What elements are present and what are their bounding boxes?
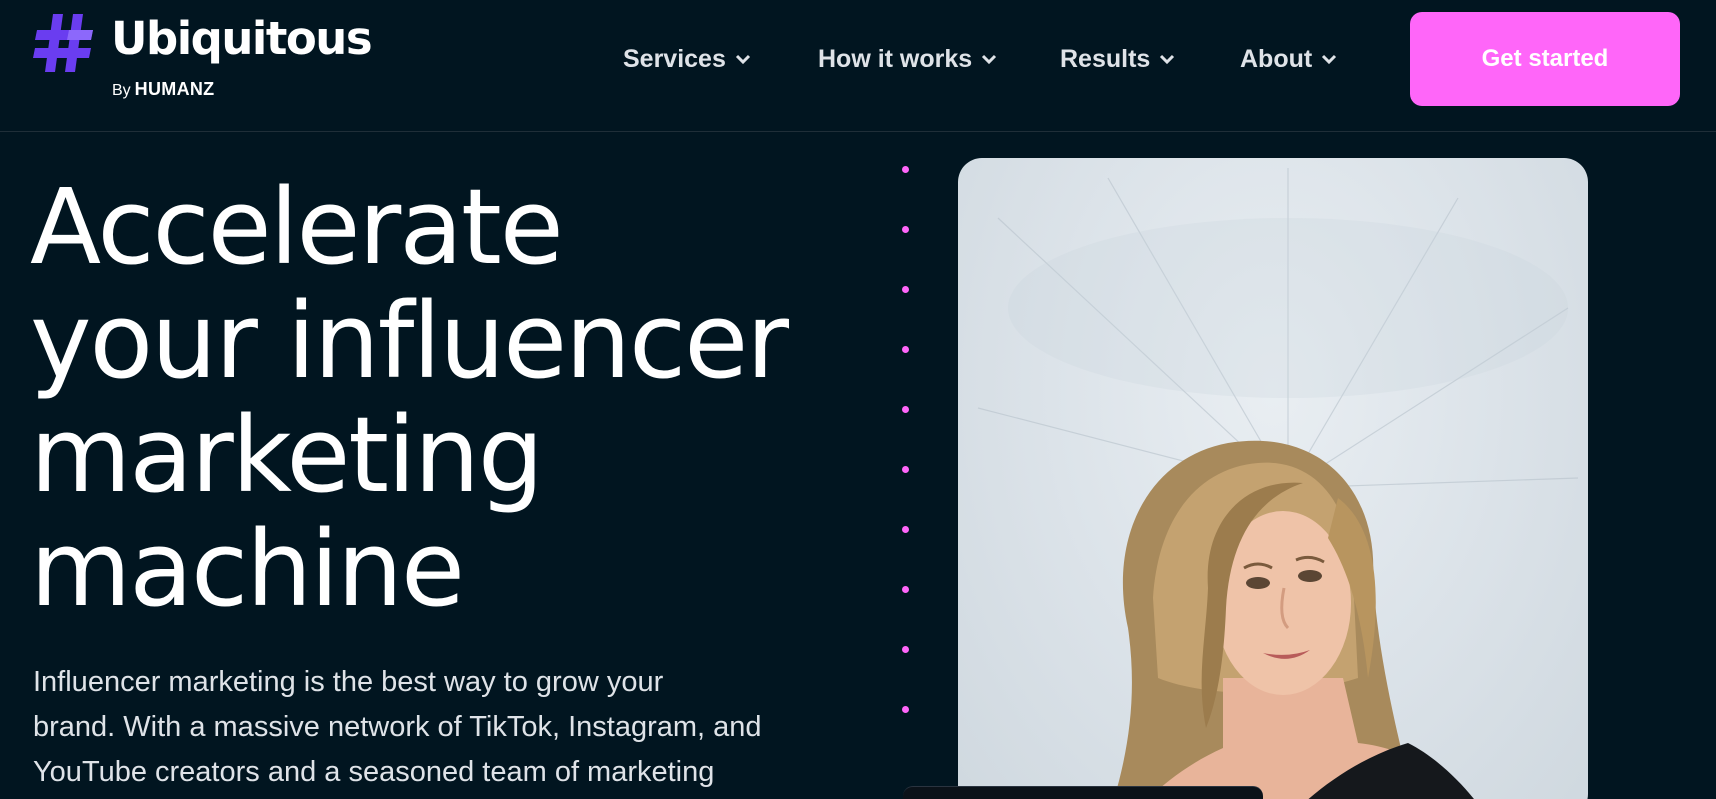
decorative-dot: [902, 466, 909, 473]
hero-description-line: brand. With a massive network of TikTok,…: [33, 711, 762, 743]
decorative-dot: [902, 286, 909, 293]
chevron-down-icon: [982, 54, 997, 65]
get-started-button[interactable]: Get started: [1410, 12, 1680, 106]
hero-title-line: machine: [30, 508, 465, 630]
hero-title: Accelerate your influencer marketing mac…: [30, 170, 850, 626]
hero-influencer-photo: [958, 158, 1588, 799]
decorative-dot: [902, 646, 909, 653]
hero-description-line: Influencer marketing is the best way to …: [33, 666, 664, 698]
decorative-dot: [902, 406, 909, 413]
decorative-dot: [902, 226, 909, 233]
floating-card-edge: [903, 786, 1263, 799]
nav-item-label: Services: [623, 44, 726, 73]
decorative-dot: [902, 706, 909, 713]
decorative-dot: [902, 346, 909, 353]
hero-title-line: marketing: [30, 394, 544, 516]
byline-brand: HUMANZ: [134, 79, 215, 99]
brand-byline: By HUMANZ: [112, 80, 214, 99]
site-header: Ubiquitous By HUMANZ Services How it work…: [0, 0, 1716, 132]
nav-item-label: About: [1240, 44, 1313, 73]
hero-description: Influencer marketing is the best way to …: [33, 660, 833, 795]
decorative-dot: [902, 526, 909, 533]
hero-title-line: Accelerate: [30, 166, 564, 288]
nav-item-label: How it works: [818, 44, 973, 73]
decorative-dot-column: [902, 166, 910, 726]
chevron-down-icon: [1322, 54, 1337, 65]
nav-item-how-it-works[interactable]: How it works: [818, 42, 997, 76]
nav-item-about[interactable]: About: [1240, 42, 1337, 76]
decorative-dot: [902, 586, 909, 593]
landing-page: Ubiquitous By HUMANZ Services How it work…: [0, 0, 1716, 799]
influencer-portrait-illustration: [977, 168, 1579, 799]
brand-name: Ubiquitous: [111, 12, 373, 65]
hash-logo-icon: [33, 14, 93, 72]
hero-title-line: your influencer: [30, 280, 789, 402]
nav-item-label: Results: [1060, 44, 1151, 73]
nav-item-results[interactable]: Results: [1060, 42, 1175, 76]
nav-item-services[interactable]: Services: [623, 42, 751, 76]
decorative-dot: [902, 166, 909, 173]
chevron-down-icon: [1160, 54, 1175, 65]
byline-prefix: By: [112, 82, 131, 99]
hero-description-line: YouTube creators and a seasoned team of …: [33, 756, 715, 788]
brand-logo[interactable]: Ubiquitous By HUMANZ: [33, 8, 393, 108]
chevron-down-icon: [735, 54, 750, 65]
